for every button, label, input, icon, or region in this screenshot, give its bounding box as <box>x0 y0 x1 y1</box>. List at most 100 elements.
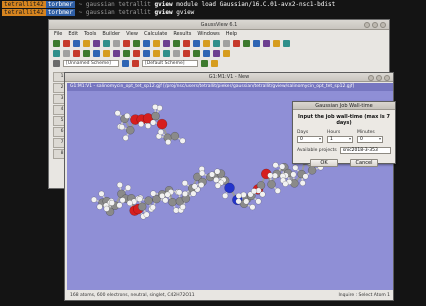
toolbar-tool-icon[interactable] <box>143 49 150 57</box>
hydrogen-atom[interactable] <box>119 197 126 204</box>
ok-button[interactable]: OK <box>310 159 338 167</box>
hydrogen-atom[interactable] <box>149 204 156 211</box>
toolbar-tool-icon[interactable] <box>93 49 100 57</box>
scheme-select-right[interactable]: [Default Scheme] <box>142 59 198 67</box>
hydrogen-atom[interactable] <box>165 139 172 146</box>
carbon-atom[interactable] <box>137 202 147 212</box>
hydrogen-atom[interactable] <box>136 196 143 203</box>
oxygen-atom[interactable] <box>156 118 168 130</box>
hydrogen-atom[interactable] <box>240 191 247 198</box>
carbon-atom[interactable] <box>170 131 180 141</box>
hydrogen-atom[interactable] <box>181 180 188 187</box>
toolbar-tool-icon[interactable] <box>193 49 200 57</box>
toolbar-tool-icon[interactable] <box>253 39 260 47</box>
toolbar-tool-icon[interactable] <box>113 39 120 47</box>
hydrogen-atom[interactable] <box>299 180 306 187</box>
hydrogen-atom[interactable] <box>96 203 103 210</box>
toolbar-tool-icon[interactable] <box>133 49 140 57</box>
menu-item-windows[interactable]: Windows <box>197 30 219 38</box>
hydrogen-atom[interactable] <box>267 172 274 179</box>
hydrogen-atom[interactable] <box>90 196 98 203</box>
carbon-atom[interactable] <box>267 180 276 189</box>
close-icon[interactable] <box>384 75 390 81</box>
hydrogen-atom[interactable] <box>150 190 157 197</box>
toolbar-tool-icon[interactable] <box>93 39 100 47</box>
hydrogen-atom[interactable] <box>251 188 258 195</box>
toolbar-tool-icon[interactable] <box>133 39 140 47</box>
toolbar-tool-icon[interactable] <box>83 39 90 47</box>
hydrogen-atom[interactable] <box>122 134 129 141</box>
project-select[interactable]: snic2018-3-353 <box>339 147 391 154</box>
toolbar-tool-icon[interactable] <box>183 49 190 57</box>
hydrogen-atom[interactable] <box>126 199 133 207</box>
toolbar-tool-icon[interactable] <box>123 39 130 47</box>
maximize-icon[interactable] <box>372 22 378 28</box>
toolbar-tool-icon[interactable] <box>103 39 110 47</box>
hydrogen-atom[interactable] <box>152 103 159 111</box>
hydrogen-atom[interactable] <box>143 211 150 218</box>
toolbar-tool-icon[interactable] <box>193 39 200 47</box>
hydrogen-atom[interactable] <box>272 162 279 169</box>
hydrogen-atom[interactable] <box>145 122 152 129</box>
hydrogen-atom[interactable] <box>214 168 221 175</box>
toolbar-tool-icon[interactable] <box>223 39 230 47</box>
toolbar-tool-icon[interactable] <box>213 39 220 47</box>
menu-item-view[interactable]: View <box>126 30 138 38</box>
hydrogen-atom[interactable] <box>243 198 250 205</box>
cancel-button[interactable]: Cancel <box>350 159 378 167</box>
hydrogen-atom[interactable] <box>164 191 171 198</box>
minimize-icon[interactable] <box>364 22 370 28</box>
toolbar-tool-icon[interactable] <box>203 39 210 47</box>
hydrogen-atom[interactable] <box>255 198 262 205</box>
menu-item-file[interactable]: File <box>54 30 62 38</box>
display-icon[interactable] <box>201 59 208 67</box>
hydrogen-atom[interactable] <box>118 124 125 131</box>
hydrogen-atom[interactable] <box>214 182 221 189</box>
toolbar-tool-icon[interactable] <box>223 49 230 57</box>
hydrogen-atom[interactable] <box>302 173 309 180</box>
toolbar-tool-icon[interactable] <box>183 39 190 47</box>
hydrogen-atom[interactable] <box>116 181 123 189</box>
toolbar-tool-icon[interactable] <box>203 49 210 57</box>
carbon-atom[interactable] <box>307 166 317 175</box>
minutes-spinbox[interactable]: 0 <box>357 136 383 143</box>
carbon-atom[interactable] <box>168 197 177 207</box>
toolbar-tool-icon[interactable] <box>143 39 150 47</box>
toolbar-tool-icon[interactable] <box>73 39 80 47</box>
hydrogen-atom[interactable] <box>191 183 198 190</box>
hydrogen-atom[interactable] <box>249 204 256 211</box>
hydrogen-atom[interactable] <box>116 202 123 209</box>
toolbar-tool-icon[interactable] <box>163 39 170 47</box>
hydrogen-atom[interactable] <box>98 190 105 197</box>
hydrogen-atom[interactable] <box>108 199 115 206</box>
toolbar-tool-icon[interactable] <box>153 39 160 47</box>
carbon-atom[interactable] <box>126 125 135 135</box>
toolbar-tool-icon[interactable] <box>283 39 290 47</box>
hydrogen-atom[interactable] <box>279 163 286 170</box>
toolbar-tool-icon[interactable] <box>213 49 220 57</box>
toolbar-tool-icon[interactable] <box>163 49 170 57</box>
carbon-atom[interactable] <box>144 196 153 205</box>
toolbar-tool-icon[interactable] <box>53 49 60 57</box>
nitrogen-atom[interactable] <box>224 182 235 194</box>
menu-item-tools[interactable]: Tools <box>84 30 96 38</box>
hydrogen-atom[interactable] <box>179 203 186 211</box>
hydrogen-atom[interactable] <box>114 110 121 117</box>
hydrogen-atom[interactable] <box>150 119 157 126</box>
hours-spinbox[interactable]: 1 <box>327 136 353 143</box>
toolbar-tool-icon[interactable] <box>173 39 180 47</box>
hydrogen-atom[interactable] <box>235 198 242 205</box>
hydrogen-atom[interactable] <box>235 192 242 199</box>
hydrogen-atom[interactable] <box>176 189 183 196</box>
toolbar-tool-icon[interactable] <box>263 39 270 47</box>
toolbar-tool-icon[interactable] <box>153 49 160 57</box>
days-spinbox[interactable]: 0 <box>297 136 323 143</box>
gaussview-titlebar[interactable]: GaussView 6.1 <box>49 20 389 30</box>
hydrogen-atom[interactable] <box>208 171 216 178</box>
maximize-icon[interactable] <box>376 75 382 81</box>
palette-icon[interactable] <box>132 59 139 67</box>
hydrogen-atom[interactable] <box>274 187 281 194</box>
menu-item-builder[interactable]: Builder <box>102 30 120 38</box>
hydrogen-atom[interactable] <box>103 205 110 212</box>
hydrogen-atom[interactable] <box>198 181 205 189</box>
